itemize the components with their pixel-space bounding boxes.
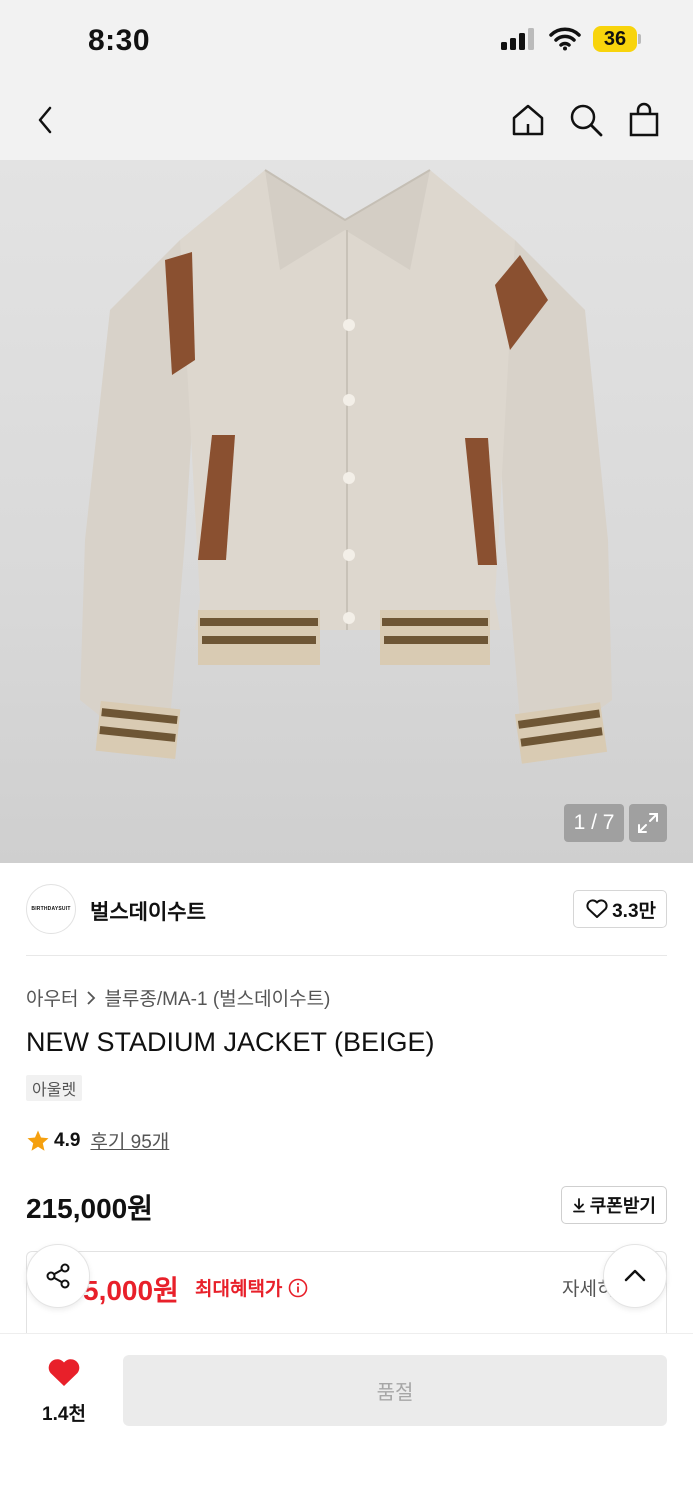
- coupon-label: 쿠폰받기: [589, 1196, 656, 1216]
- star-icon: [27, 1130, 49, 1151]
- status-icons: 36: [501, 26, 641, 52]
- status-time: 8:30: [88, 24, 151, 57]
- image-counter: 1 / 7: [564, 804, 624, 842]
- home-icon[interactable]: [508, 100, 548, 140]
- product-price: 215,000원: [26, 1193, 153, 1224]
- wishlist-count: 1.4천: [42, 1404, 86, 1425]
- breadcrumb: 아우터 블루종/MA-1 (벌스데이수트): [26, 984, 330, 1011]
- max-benefit-label: 최대혜택가: [195, 1274, 308, 1301]
- scroll-top-button[interactable]: [603, 1244, 667, 1308]
- brand-logo[interactable]: BIRTHDAYSUIT: [26, 884, 76, 934]
- heart-outline-icon: [586, 899, 608, 918]
- max-benefit-price: 5,000원: [83, 1275, 179, 1306]
- review-count-link[interactable]: 후기 95개: [90, 1127, 169, 1154]
- soldout-button[interactable]: 품절: [123, 1355, 667, 1426]
- top-nav: [0, 80, 693, 160]
- download-icon: [572, 1198, 585, 1213]
- status-bar: 8:30 36: [0, 0, 693, 80]
- brand-like-button[interactable]: 3.3만: [573, 890, 667, 928]
- shopping-bag-icon[interactable]: [624, 100, 664, 140]
- breadcrumb-subcategory[interactable]: 블루종/MA-1 (벌스데이수트): [104, 984, 330, 1011]
- breadcrumb-category[interactable]: 아우터: [26, 984, 78, 1011]
- brand-row: BIRTHDAYSUIT 벌스데이수트 3.3만: [26, 884, 667, 934]
- brand-name[interactable]: 벌스데이수트: [90, 896, 206, 926]
- max-benefit-box[interactable]: 5,000원 최대혜택가 자세히: [26, 1251, 667, 1341]
- search-icon[interactable]: [566, 100, 606, 140]
- product-image[interactable]: [0, 160, 693, 863]
- signal-icon: [501, 28, 534, 50]
- outlet-tag: 아울렛: [26, 1075, 83, 1101]
- coupon-button[interactable]: 쿠폰받기: [560, 1186, 667, 1224]
- expand-icon[interactable]: [629, 804, 667, 842]
- bottom-bar: 1.4천 품절: [0, 1333, 693, 1500]
- divider: [26, 955, 667, 956]
- battery-icon: 36: [593, 26, 641, 52]
- wishlist-button[interactable]: 1.4천: [30, 1358, 98, 1426]
- share-icon: [46, 1263, 70, 1289]
- heart-filled-icon: [48, 1359, 80, 1386]
- jacket-illustration: [80, 169, 612, 764]
- chevron-right-icon: [87, 990, 96, 1005]
- info-icon[interactable]: [288, 1278, 308, 1298]
- chevron-up-icon: [624, 1269, 646, 1282]
- product-title: NEW STADIUM JACKET (BEIGE): [26, 1027, 435, 1057]
- back-icon[interactable]: [26, 100, 66, 140]
- wifi-icon: [549, 27, 581, 51]
- rating-row: 4.9 후기 95개: [26, 1127, 169, 1154]
- share-button[interactable]: [26, 1244, 90, 1308]
- battery-level: 36: [593, 26, 637, 52]
- rating-score: 4.9: [54, 1129, 81, 1151]
- brand-like-count: 3.3만: [612, 900, 656, 922]
